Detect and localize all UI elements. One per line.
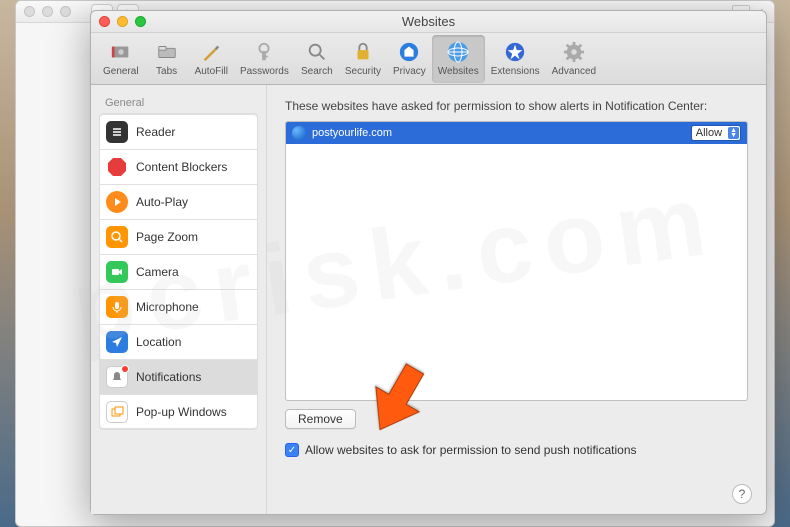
zoom-button-inactive <box>60 6 71 17</box>
toolbar-privacy[interactable]: Privacy <box>387 35 432 83</box>
toolbar-search[interactable]: Search <box>295 35 339 83</box>
dropdown-stepper-icon: ▲▼ <box>728 127 739 139</box>
main-panel: These websites have asked for permission… <box>267 85 766 514</box>
close-button[interactable] <box>99 16 110 27</box>
minimize-button[interactable] <box>117 16 128 27</box>
content-blockers-icon <box>106 156 128 178</box>
extensions-icon <box>503 40 527 64</box>
toolbar-advanced[interactable]: Advanced <box>546 35 602 83</box>
reader-icon <box>106 121 128 143</box>
toolbar-websites[interactable]: Websites <box>432 35 485 83</box>
sidebar-item-content-blockers[interactable]: Content Blockers <box>100 149 257 184</box>
preferences-toolbar: General Tabs AutoFill Passwords Search <box>91 33 766 85</box>
outer-traffic-lights <box>24 6 71 17</box>
toolbar-tabs[interactable]: Tabs <box>145 35 189 83</box>
popup-windows-icon <box>106 401 128 423</box>
sidebar-item-label: Content Blockers <box>136 160 227 174</box>
passwords-icon <box>252 40 276 64</box>
preferences-window: Websites General Tabs AutoFill Passwords <box>90 10 767 515</box>
search-icon <box>305 40 329 64</box>
toolbar-extensions[interactable]: Extensions <box>485 35 546 83</box>
autofill-icon <box>199 40 223 64</box>
microphone-icon <box>106 296 128 318</box>
panel-description: These websites have asked for permission… <box>285 99 748 113</box>
close-button-inactive <box>24 6 35 17</box>
security-icon <box>351 40 375 64</box>
website-row[interactable]: postyourlife.com Allow ▲▼ <box>286 122 747 144</box>
sidebar-item-label: Reader <box>136 125 175 139</box>
sidebar-item-label: Page Zoom <box>136 230 198 244</box>
sidebar-item-camera[interactable]: Camera <box>100 254 257 289</box>
checkbox-label: Allow websites to ask for permission to … <box>305 443 637 457</box>
general-icon <box>109 40 133 64</box>
website-list[interactable]: postyourlife.com Allow ▲▼ <box>285 121 748 401</box>
sidebar-item-location[interactable]: Location <box>100 324 257 359</box>
sidebar-item-label: Auto-Play <box>136 195 188 209</box>
websites-icon <box>446 40 470 64</box>
page-zoom-icon <box>106 226 128 248</box>
minimize-button-inactive <box>42 6 53 17</box>
allow-ask-checkbox[interactable]: ✓ <box>285 443 299 457</box>
sidebar-group-label: General <box>99 95 258 113</box>
privacy-icon <box>397 40 421 64</box>
sidebar-item-label: Notifications <box>136 370 201 384</box>
sidebar-item-auto-play[interactable]: Auto-Play <box>100 184 257 219</box>
sidebar-item-label: Location <box>136 335 181 349</box>
auto-play-icon <box>106 191 128 213</box>
toolbar-autofill[interactable]: AutoFill <box>189 35 234 83</box>
toolbar-passwords[interactable]: Passwords <box>234 35 295 83</box>
window-title: Websites <box>91 14 766 29</box>
preferences-titlebar: Websites <box>91 11 766 33</box>
advanced-icon <box>562 40 586 64</box>
sidebar-item-notifications[interactable]: Notifications <box>100 359 257 394</box>
sidebar: General Reader Content Blockers <box>91 85 267 514</box>
notification-badge-icon <box>121 365 129 373</box>
toolbar-general[interactable]: General <box>97 35 145 83</box>
toolbar-security[interactable]: Security <box>339 35 387 83</box>
website-favicon-icon <box>292 126 306 140</box>
zoom-button[interactable] <box>135 16 146 27</box>
website-domain: postyourlife.com <box>312 127 392 139</box>
permission-value: Allow <box>696 127 722 139</box>
camera-icon <box>106 261 128 283</box>
remove-button[interactable]: Remove <box>285 409 356 429</box>
sidebar-item-reader[interactable]: Reader <box>100 114 257 149</box>
sidebar-item-page-zoom[interactable]: Page Zoom <box>100 219 257 254</box>
sidebar-item-microphone[interactable]: Microphone <box>100 289 257 324</box>
sidebar-item-popup-windows[interactable]: Pop-up Windows <box>100 394 257 429</box>
sidebar-item-label: Microphone <box>136 300 199 314</box>
sidebar-item-label: Pop-up Windows <box>136 405 227 419</box>
permission-select[interactable]: Allow ▲▼ <box>691 125 741 141</box>
tabs-icon <box>155 40 179 64</box>
location-icon <box>106 331 128 353</box>
help-button[interactable]: ? <box>732 484 752 504</box>
sidebar-item-label: Camera <box>136 265 179 279</box>
